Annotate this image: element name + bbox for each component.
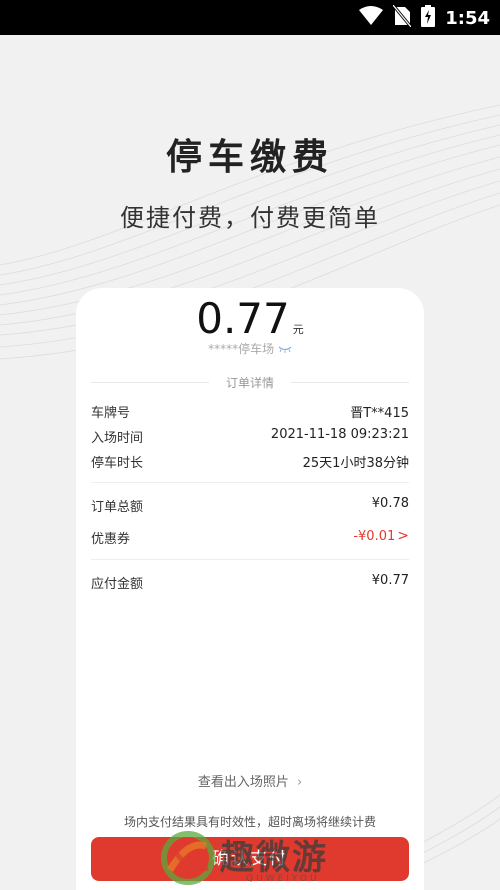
coupon-label: 优惠券 <box>91 532 131 547</box>
no-sim-icon <box>392 4 413 31</box>
eye-closed-icon[interactable] <box>278 342 292 356</box>
view-photos-label: 查看出入场照片 <box>197 775 289 790</box>
duration-label: 停车时长 <box>91 456 144 471</box>
divider <box>91 482 409 483</box>
page-title: 停车缴费 <box>165 137 334 178</box>
divider-line-right <box>291 382 409 383</box>
plate-value: 晋T**415 <box>350 406 409 421</box>
status-time: 1:54 <box>445 7 490 29</box>
payable-label: 应付金额 <box>91 577 144 592</box>
battery-charging-icon <box>421 5 436 31</box>
divider <box>91 559 409 560</box>
coupon-amount: -¥0.01 <box>353 529 396 544</box>
payable-value: ¥0.77 <box>371 573 409 588</box>
coupon-row[interactable]: 优惠券 -¥0.01 > <box>91 528 409 547</box>
entry-time-value: 2021-11-18 09:23:21 <box>270 427 409 442</box>
entry-time-label: 入场时间 <box>91 431 144 446</box>
entry-time-row: 入场时间 2021-11-18 09:23:21 <box>91 427 409 446</box>
status-bar: 1:54 <box>0 0 500 35</box>
chevron-right-icon: › <box>296 775 303 790</box>
view-photos-link[interactable]: 查看出入场照片 › <box>76 771 424 790</box>
page-subtitle: 便捷付费，付费更简单 <box>120 204 380 232</box>
status-icons: 1:54 <box>359 4 490 31</box>
amount-value: 0.77 <box>196 294 290 343</box>
total-row: 订单总额 ¥0.78 <box>91 496 409 515</box>
payable-row: 应付金额 ¥0.77 <box>91 573 409 592</box>
parking-lot-label: *****停车场 <box>208 342 275 356</box>
duration-row: 停车时长 25天1小时38分钟 <box>91 452 409 471</box>
payment-notice: 场内支付结果具有时效性，超时离场将继续计费 <box>123 815 376 829</box>
amount-display: 0.77 元 <box>76 294 424 343</box>
wifi-icon <box>359 6 384 30</box>
total-value: ¥0.78 <box>371 496 409 511</box>
plate-label: 车牌号 <box>91 406 131 421</box>
chevron-right-icon: > <box>397 528 409 544</box>
total-label: 订单总额 <box>91 500 144 515</box>
order-card: 0.77 元 *****停车场 订单详情 车牌号 晋T**415 入场时间 202… <box>76 288 424 890</box>
duration-value: 25天1小时38分钟 <box>302 456 409 471</box>
confirm-pay-button[interactable]: 确认支付 <box>91 837 409 881</box>
parking-lot-name: *****停车场 <box>76 340 424 357</box>
amount-currency: 元 <box>292 323 304 336</box>
coupon-value[interactable]: -¥0.01 > <box>353 528 409 544</box>
order-details-divider: 订单详情 <box>91 374 409 390</box>
plate-row: 车牌号 晋T**415 <box>91 402 409 421</box>
